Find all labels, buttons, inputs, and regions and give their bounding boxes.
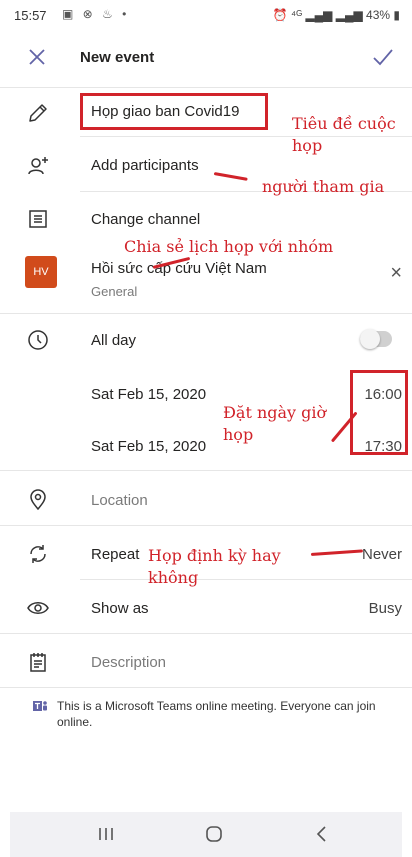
annotation-repeat: Họp định kỳ hay không: [148, 546, 281, 587]
annotation-line-participants: [213, 172, 248, 181]
annotation-participants: người tham gia: [262, 177, 385, 196]
clock-icon: [28, 330, 48, 350]
status-time: 15:57: [14, 8, 47, 23]
add-person-icon: [28, 157, 48, 175]
recents-icon[interactable]: [94, 822, 118, 846]
start-date-field[interactable]: Sat Feb 15, 2020: [91, 386, 206, 403]
end-date-field[interactable]: Sat Feb 15, 2020: [91, 438, 206, 455]
annotation-box-time: [350, 370, 408, 455]
page-title: New event: [80, 49, 155, 66]
app-header: New event: [0, 36, 412, 86]
notepad-icon: [30, 653, 46, 672]
annotation-datetime: Đặt ngày giờ họp: [223, 403, 327, 444]
repeat-icon: [30, 545, 46, 563]
team-avatar: HV: [25, 256, 57, 288]
back-icon[interactable]: [310, 822, 334, 846]
home-icon[interactable]: [202, 822, 226, 846]
status-bar: 15:57 ▣ ⊗ ♨ • ⏰ ⁴ᴳ ▂▄▆ ▂▄▆ 43% ▮: [0, 0, 412, 32]
annotation-line-repeat: [310, 549, 363, 556]
status-system-icons: ⏰ ⁴ᴳ ▂▄▆ ▂▄▆ 43% ▮: [272, 8, 400, 22]
remove-channel-button[interactable]: ×: [390, 262, 402, 285]
annotation-title: Tiêu đề cuộc họp: [292, 114, 396, 155]
divider: [0, 87, 412, 88]
show-as-value[interactable]: Busy: [369, 600, 402, 617]
location-field[interactable]: Location: [91, 492, 148, 509]
toggle-knob: [360, 329, 380, 349]
show-as-label: Show as: [91, 600, 149, 617]
eye-icon: [27, 602, 49, 614]
divider: [0, 525, 412, 526]
channel-list-icon: [29, 210, 47, 228]
all-day-toggle[interactable]: [360, 329, 392, 349]
teams-icon: [33, 701, 47, 711]
add-participants-field[interactable]: Add participants: [91, 157, 199, 174]
description-field[interactable]: Description: [91, 654, 166, 671]
all-day-label: All day: [91, 332, 137, 349]
check-icon[interactable]: [370, 44, 396, 70]
location-pin-icon: [30, 489, 46, 511]
teams-meeting-note: This is a Microsoft Teams online meeting…: [57, 699, 376, 729]
team-channel-name: General: [91, 284, 138, 299]
change-channel-button[interactable]: Change channel: [91, 211, 200, 228]
annotation-channel: Chia sẻ lịch họp với nhóm: [124, 237, 334, 256]
divider: [0, 687, 412, 688]
annotation-box-title: [80, 93, 268, 130]
divider: [0, 633, 412, 634]
system-nav-bar: [10, 812, 402, 857]
pencil-icon: [29, 104, 47, 122]
divider: [0, 470, 412, 471]
divider: [0, 313, 412, 314]
status-notification-icons: ▣ ⊗ ♨ •: [62, 7, 130, 21]
repeat-label: Repeat: [91, 546, 140, 563]
repeat-value[interactable]: Never: [362, 546, 402, 563]
close-icon[interactable]: [24, 44, 50, 70]
